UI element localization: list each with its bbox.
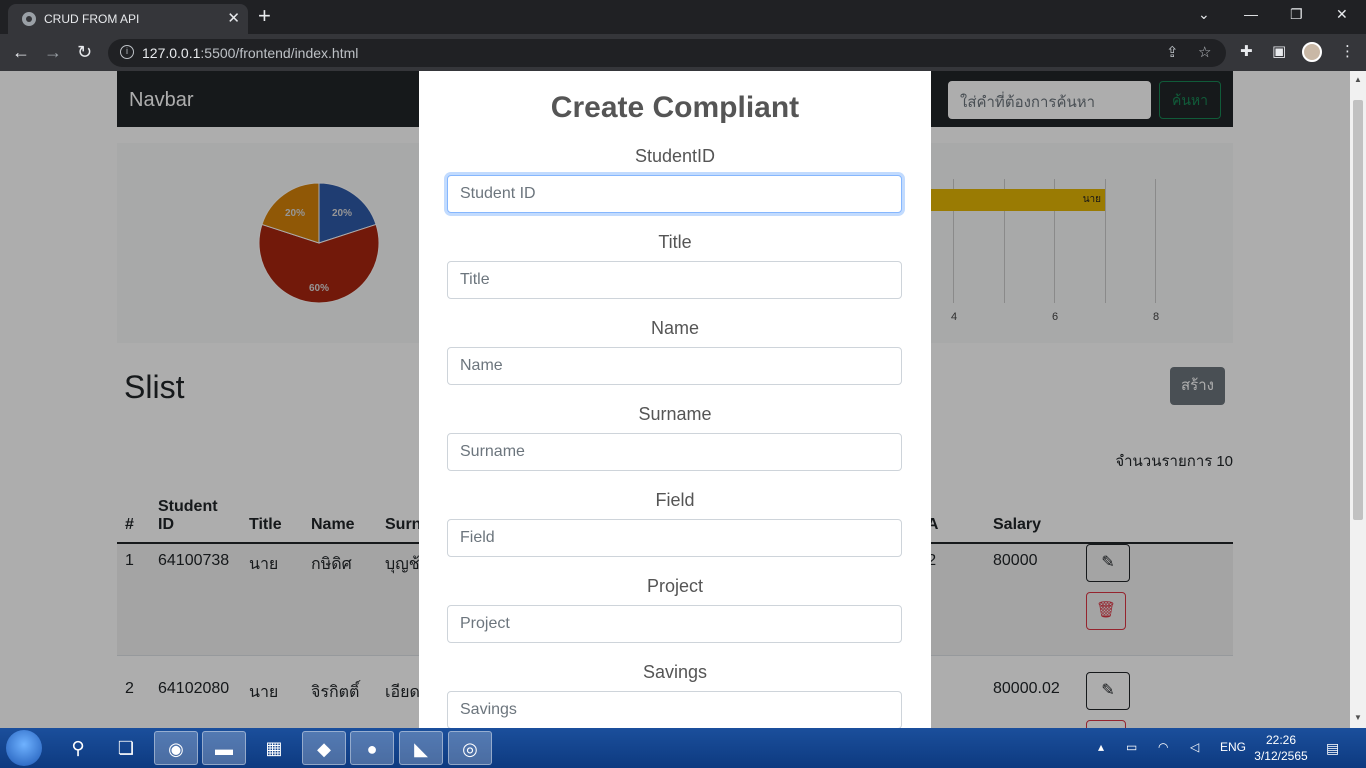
surname-input[interactable]: Surname [447, 433, 902, 471]
chrome-icon[interactable]: ◎ [448, 731, 492, 765]
volume-icon[interactable]: ◁ [1190, 740, 1199, 754]
task-view-icon[interactable]: ❏ [104, 731, 148, 765]
create-compliant-modal: Create Compliant StudentID Student ID Ti… [419, 71, 931, 728]
menu-kebab-icon[interactable]: ⋮ [1340, 42, 1355, 60]
field-label-surname: Surname [638, 404, 712, 424]
clock[interactable]: 22:26 3/12/2565 [1250, 732, 1312, 764]
minimize-icon[interactable]: — [1244, 6, 1258, 22]
restore-icon[interactable]: ❐ [1290, 6, 1303, 23]
globe-icon [22, 12, 36, 26]
project-input[interactable]: Project [447, 605, 902, 643]
name-input[interactable]: Name [447, 347, 902, 385]
forward-icon[interactable]: → [44, 42, 62, 62]
savings-input[interactable]: Savings [447, 691, 902, 728]
address-bar[interactable]: i 127.0.0.1:5500/frontend/index.html ⇪ ☆ [108, 39, 1226, 67]
window-close-icon[interactable]: ✕ [1336, 6, 1348, 23]
edge-icon[interactable]: ◉ [154, 731, 198, 765]
scroll-down-icon[interactable]: ▼ [1354, 713, 1362, 722]
search-icon[interactable]: ⚲ [56, 731, 100, 765]
close-tab-icon[interactable]: ✕ [227, 9, 240, 27]
field-label-project: Project [646, 576, 704, 596]
url-text[interactable]: 127.0.0.1:5500/frontend/index.html [142, 45, 358, 61]
profile-avatar[interactable] [1302, 42, 1322, 62]
tray-overflow-icon[interactable]: ▴ [1098, 740, 1104, 754]
new-tab-icon[interactable]: + [258, 4, 271, 28]
web-page: Navbar ใส่คำที่ต้องการค้นหา ค้นหา 20% 60… [0, 71, 1350, 728]
language-indicator[interactable]: ENG [1220, 740, 1246, 754]
field-label-field: Field [655, 490, 695, 510]
field-label-savings: Savings [642, 662, 708, 682]
side-panel-icon[interactable]: ▣ [1272, 42, 1286, 60]
browser-toolbar: ← → ↻ i 127.0.0.1:5500/frontend/index.ht… [0, 34, 1366, 71]
tab-search-icon[interactable]: ⌄ [1198, 6, 1210, 23]
github-desktop-icon[interactable]: ● [350, 731, 394, 765]
scrollbar-thumb[interactable] [1353, 100, 1363, 520]
bookmark-star-icon[interactable]: ☆ [1198, 43, 1211, 61]
title-input[interactable]: Title [447, 261, 902, 299]
extensions-icon[interactable]: ✚ [1240, 42, 1253, 60]
battery-icon[interactable]: ▭ [1126, 740, 1137, 754]
vscode-icon[interactable]: ◣ [399, 731, 443, 765]
modal-title: Create Compliant [550, 91, 800, 124]
field-label-student-id: StudentID [634, 146, 716, 166]
file-explorer-icon[interactable]: ▬ [202, 731, 246, 765]
notification-icon[interactable]: ▤ [1326, 740, 1339, 757]
field-label-title: Title [658, 232, 692, 252]
tab-title: CRUD FROM API [44, 12, 140, 26]
scroll-up-icon[interactable]: ▲ [1354, 75, 1362, 84]
reload-icon[interactable]: ↻ [77, 42, 92, 62]
windows-taskbar: ⚲ ❏ ◉ ▬ ▦ ◆ ● ◣ ◎ ▴ ▭ ◠ ◁ ENG 22:26 3/12… [0, 728, 1366, 768]
field-label-name: Name [650, 318, 699, 338]
mongodb-compass-icon[interactable]: ◆ [302, 731, 346, 765]
browser-tab-strip: CRUD FROM API ✕ + ⌄ — ❐ ✕ [0, 0, 1366, 34]
start-button[interactable] [6, 730, 42, 766]
field-input[interactable]: Field [447, 519, 902, 557]
wifi-icon[interactable]: ◠ [1158, 740, 1168, 754]
browser-tab[interactable]: CRUD FROM API ✕ [8, 4, 248, 34]
student-id-input[interactable]: Student ID [447, 175, 902, 213]
back-icon[interactable]: ← [12, 42, 30, 62]
store-icon[interactable]: ▦ [252, 731, 296, 765]
site-info-icon[interactable]: i [120, 45, 134, 59]
page-scrollbar[interactable]: ▲ ▼ [1350, 71, 1366, 728]
share-icon[interactable]: ⇪ [1166, 43, 1179, 61]
